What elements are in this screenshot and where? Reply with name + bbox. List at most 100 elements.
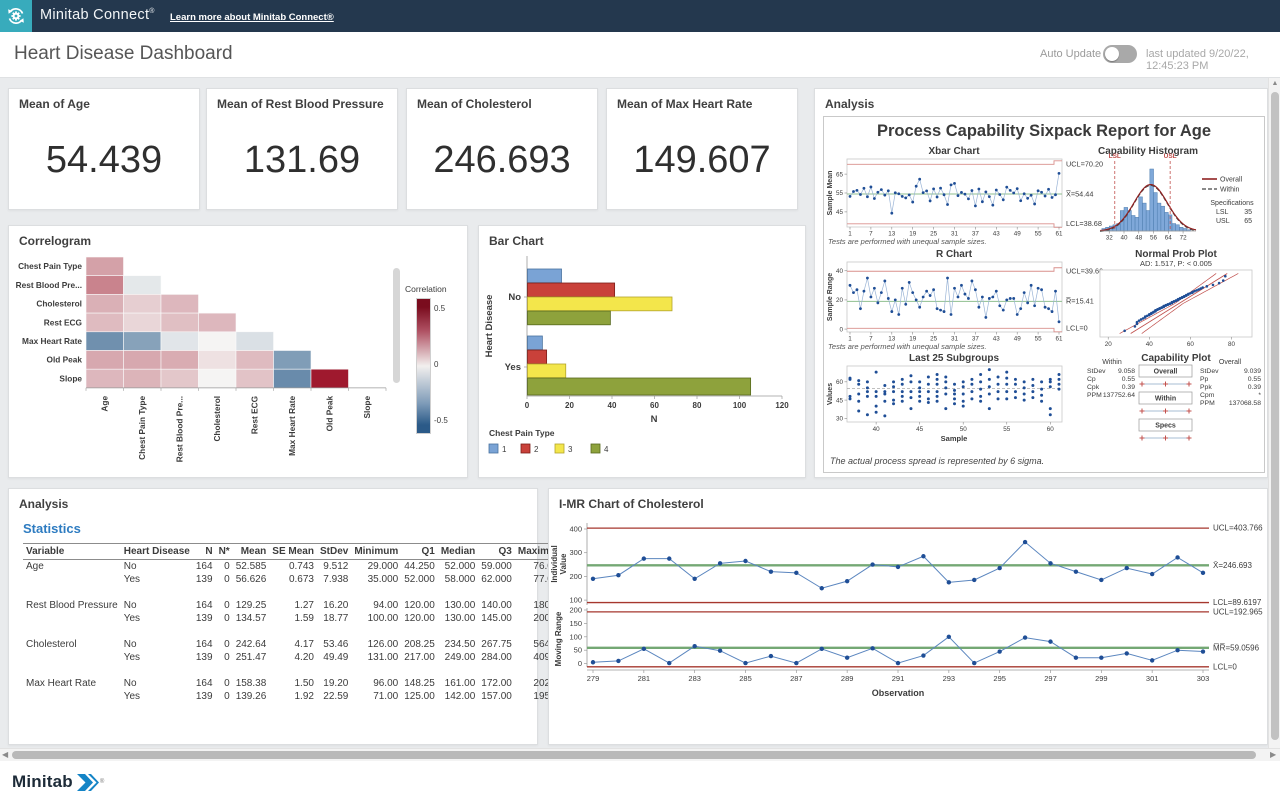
svg-text:289: 289 [841, 674, 854, 683]
svg-text:Moving Range: Moving Range [554, 611, 563, 666]
chest-pain-legend: Chest Pain Type1234 [489, 428, 609, 454]
svg-text:Slope: Slope [59, 373, 82, 383]
sixpack-title: Process Capability Sixpack Report for Ag… [824, 122, 1264, 141]
capability-histogram: LSLUSL324048566472 [1100, 153, 1196, 242]
svg-text:LCL=89.6197: LCL=89.6197 [1213, 598, 1262, 607]
svg-text:Rest ECG: Rest ECG [44, 317, 82, 327]
svg-text:295: 295 [993, 674, 1006, 683]
svg-text:*: * [1258, 392, 1261, 399]
svg-text:UCL=39.66: UCL=39.66 [1066, 267, 1103, 276]
svg-text:LCL=0: LCL=0 [1213, 662, 1237, 671]
svg-text:287: 287 [790, 674, 803, 683]
correlogram-panel: Correlogram Chest Pain TypeRest Blood Pr… [8, 225, 468, 478]
svg-text:Capability Plot: Capability Plot [1141, 353, 1211, 364]
svg-text:Specifications: Specifications [1210, 200, 1254, 207]
svg-text:Cp: Cp [1087, 376, 1096, 383]
svg-text:150: 150 [569, 619, 582, 628]
svg-text:72: 72 [1180, 235, 1188, 242]
svg-text:65: 65 [836, 171, 844, 178]
normal-prob-plot: 20406080 [1100, 270, 1252, 348]
svg-text:60: 60 [650, 401, 659, 410]
svg-text:20: 20 [1105, 341, 1113, 348]
bar-No-4 [528, 311, 611, 325]
horizontal-scroll-thumb[interactable] [12, 751, 1256, 759]
scroll-left-arrow[interactable]: ◀ [2, 750, 8, 759]
svg-text:IndividualValue: IndividualValue [550, 545, 568, 582]
kpi-value: 246.693 [407, 139, 597, 182]
svg-text:Chest Pain Type: Chest Pain Type [137, 396, 147, 460]
svg-text:400: 400 [569, 525, 582, 534]
minitab-connect-logo-icon[interactable] [0, 0, 32, 32]
svg-text:45: 45 [836, 209, 844, 216]
svg-text:0.55: 0.55 [1122, 376, 1135, 383]
table-row: Yes139056.6260.6737.93835.00052.00058.00… [23, 573, 567, 586]
svg-text:USL: USL [1164, 153, 1177, 160]
svg-text:43: 43 [993, 336, 1001, 343]
svg-text:1: 1 [502, 445, 507, 454]
svg-text:0.39: 0.39 [1248, 384, 1261, 391]
svg-text:60: 60 [1047, 426, 1055, 433]
svg-text:55: 55 [1035, 336, 1043, 343]
correlation-legend-title: Correlation [405, 284, 447, 294]
svg-text:40: 40 [608, 401, 617, 410]
svg-text:Cholesterol: Cholesterol [36, 299, 82, 309]
svg-text:UCL=403.766: UCL=403.766 [1213, 524, 1263, 533]
kpi-value: 149.607 [607, 139, 797, 182]
statistics-table: VariableHeart DiseaseNN*MeanSE MeanStDev… [23, 543, 567, 703]
auto-update-toggle[interactable] [1103, 45, 1137, 63]
table-row: Max Heart RateNo1640158.381.5019.2096.00… [23, 677, 567, 690]
svg-text:120: 120 [775, 401, 789, 410]
svg-text:M̅R̅=59.0596: M̅R̅=59.0596 [1213, 643, 1260, 652]
svg-text:Age: Age [100, 396, 110, 412]
svg-text:0.55: 0.55 [1248, 376, 1261, 383]
svg-text:Cholesterol: Cholesterol [212, 396, 222, 442]
horizontal-scrollbar[interactable]: ◀ ▶ [0, 748, 1280, 761]
svg-text:No: No [508, 292, 521, 303]
svg-text:40: 40 [1146, 341, 1154, 348]
svg-text:0: 0 [578, 659, 582, 668]
correlogram-scrollbar[interactable] [393, 268, 400, 383]
vertical-scrollbar[interactable]: ▲ [1268, 78, 1280, 748]
svg-text:55: 55 [836, 190, 844, 197]
svg-text:Chest Pain Type: Chest Pain Type [489, 428, 555, 438]
svg-text:Old Peak: Old Peak [325, 396, 335, 432]
vertical-scroll-thumb[interactable] [1271, 92, 1279, 740]
capability-plot: OverallWithinSpecsWithinStDev9.058Cp0.55… [1087, 359, 1261, 441]
svg-text:49: 49 [1014, 231, 1022, 238]
svg-text:30: 30 [836, 416, 844, 423]
svg-text:2: 2 [534, 445, 539, 454]
kpi-label: Mean of Rest Blood Pressure [217, 97, 384, 111]
imr-chart: 100200300400UCL=403.766X̄=246.693LCL=89.… [549, 513, 1269, 722]
learn-more-link[interactable]: Learn more about Minitab Connect® [170, 12, 334, 23]
svg-text:Specs: Specs [1155, 423, 1176, 430]
minitab-chevron-icon [77, 774, 99, 791]
kpi-card-mean-rbp: Mean of Rest Blood Pressure 131.69 [206, 88, 398, 210]
svg-text:Cpk: Cpk [1087, 384, 1100, 391]
bar-chart-panel: Bar Chart 020406080100120NoYesNHeart Dis… [478, 225, 806, 478]
brand-title: Minitab Connect® [40, 7, 155, 23]
svg-text:Values: Values [827, 383, 834, 405]
xbar-chart: 45556517131925313743495561Sample MeanUCL… [827, 159, 1103, 238]
scroll-right-arrow[interactable]: ▶ [1270, 750, 1276, 759]
svg-text:Sample: Sample [941, 434, 968, 443]
svg-text:Sample Mean: Sample Mean [827, 171, 834, 216]
auto-update-label: Auto Update [1040, 48, 1101, 60]
scroll-up-arrow[interactable]: ▲ [1269, 80, 1280, 87]
svg-text:Rest Blood Pre...: Rest Blood Pre... [16, 280, 82, 290]
table-row: Yes1390251.474.2049.49131.00217.00249.00… [23, 651, 567, 664]
kpi-label: Mean of Age [19, 97, 90, 111]
svg-text:Rest Blood Pre...: Rest Blood Pre... [175, 396, 185, 462]
svg-text:Observation: Observation [872, 688, 925, 698]
svg-text:60: 60 [1187, 341, 1195, 348]
svg-text:Overall: Overall [1154, 369, 1178, 376]
svg-text:Xbar Chart: Xbar Chart [928, 146, 980, 157]
statistics-heading[interactable]: Statistics [23, 521, 81, 536]
svg-text:293: 293 [943, 674, 956, 683]
svg-text:20: 20 [565, 401, 574, 410]
table-row: CholesterolNo1640242.644.1753.46126.0020… [23, 638, 567, 651]
svg-text:56: 56 [1150, 235, 1158, 242]
svg-text:64: 64 [1165, 235, 1173, 242]
table-row: Rest Blood PressureNo1640129.251.2716.20… [23, 599, 567, 612]
svg-text:291: 291 [892, 674, 905, 683]
table-row: AgeNo164052.5850.7439.51229.00044.25052.… [23, 560, 567, 574]
